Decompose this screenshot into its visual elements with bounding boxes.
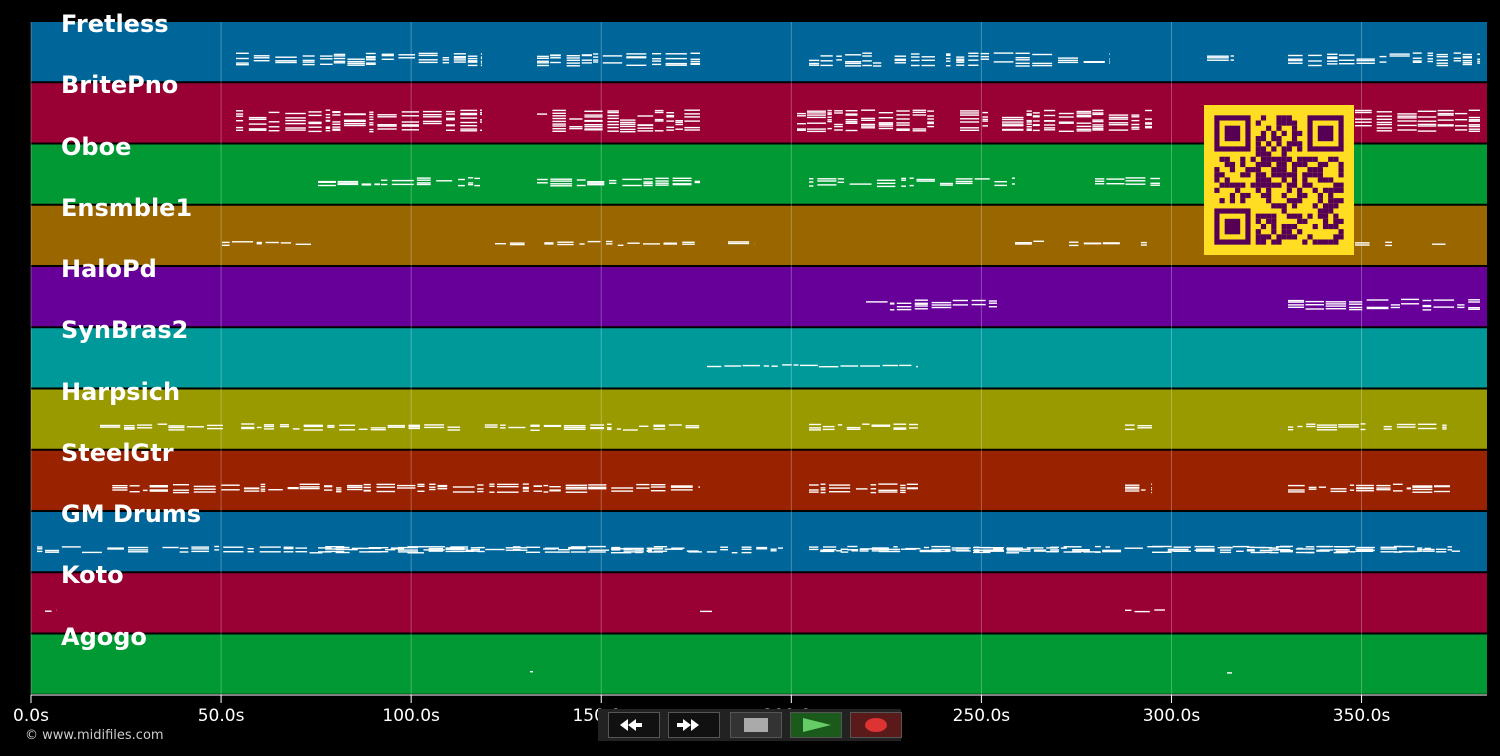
track-label: BritePno	[61, 71, 179, 100]
stop-button[interactable]	[730, 712, 782, 738]
track-label: Oboe	[61, 132, 132, 161]
record-icon	[865, 718, 887, 732]
fast-forward-icon	[677, 719, 699, 731]
track-label: Agogo	[61, 622, 147, 651]
tick-label: 100.0s	[382, 706, 440, 726]
copyright-text: © www.midifiles.com	[25, 728, 164, 743]
track-label: SteelGtr	[61, 438, 174, 467]
track-lane	[31, 22, 1487, 82]
tick-label: 350.0s	[1332, 706, 1391, 726]
transport-bar	[598, 709, 902, 741]
play-icon	[803, 718, 831, 732]
track-lane	[31, 634, 1487, 694]
tick-label: 50.0s	[197, 706, 245, 726]
record-button[interactable]	[850, 712, 902, 738]
track-label: SynBras2	[61, 316, 189, 345]
track-label: Koto	[61, 561, 124, 590]
qr-code	[1204, 105, 1354, 255]
track-label: Fretless	[61, 10, 169, 38]
track-lane	[31, 328, 1487, 388]
track-label: Harpsich	[61, 377, 181, 406]
track-label: Ensmble1	[61, 193, 193, 222]
track-lane	[31, 450, 1487, 510]
track-lane	[31, 267, 1487, 327]
track-label: GM Drums	[61, 500, 202, 528]
track-lane	[31, 512, 1487, 572]
rewind-button[interactable]	[608, 712, 660, 738]
track-lane	[31, 573, 1487, 633]
fast-forward-button[interactable]	[668, 712, 720, 738]
rewind-icon	[620, 719, 642, 731]
tick-label: 0.0s	[13, 706, 49, 726]
tick-label: 300.0s	[1142, 706, 1201, 726]
tick-label: 250.0s	[952, 706, 1011, 726]
stop-icon	[744, 718, 768, 732]
track-label: HaloPd	[61, 255, 157, 283]
play-button[interactable]	[790, 712, 842, 738]
track-lane	[31, 389, 1487, 449]
